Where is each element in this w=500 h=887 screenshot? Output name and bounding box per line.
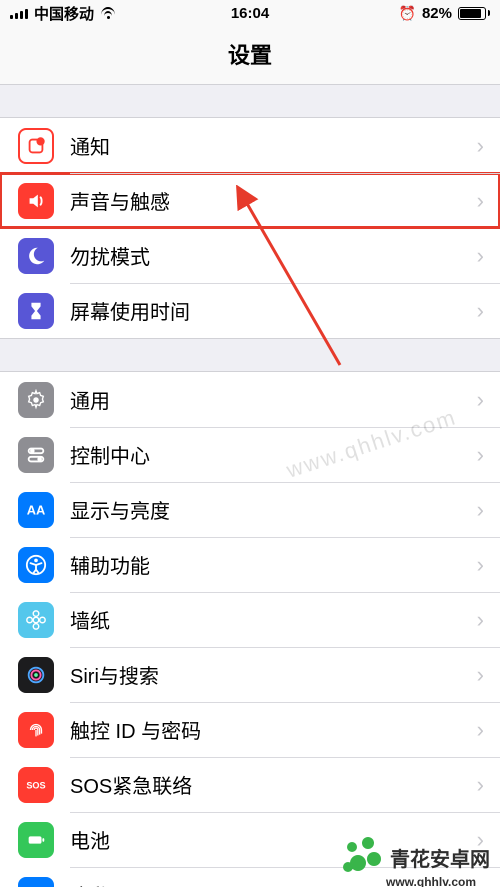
hand-icon	[18, 877, 54, 887]
page-title: 设置	[0, 26, 500, 85]
row-siri[interactable]: Siri与搜索 ›	[0, 647, 500, 702]
chevron-right-icon: ›	[477, 298, 484, 324]
chevron-right-icon: ›	[477, 882, 484, 887]
speaker-icon	[18, 183, 54, 219]
aa-icon: AA	[18, 492, 54, 528]
chevron-right-icon: ›	[477, 662, 484, 688]
chevron-right-icon: ›	[477, 387, 484, 413]
row-touchid[interactable]: 触控 ID 与密码 ›	[0, 702, 500, 757]
siri-icon	[18, 657, 54, 693]
gear-icon	[18, 382, 54, 418]
battery-icon	[18, 822, 54, 858]
battery-percent: 82%	[422, 5, 452, 22]
alarm-icon: ⏰	[399, 5, 416, 22]
row-privacy[interactable]: 隐私 ›	[0, 867, 500, 887]
flower-icon	[18, 602, 54, 638]
row-screentime[interactable]: 屏幕使用时间 ›	[0, 283, 500, 338]
row-label: Siri与搜索	[70, 660, 477, 689]
status-bar: 中国移动 16:04 ⏰ 82%	[0, 0, 500, 26]
chevron-right-icon: ›	[477, 717, 484, 743]
row-label: 通知	[70, 131, 477, 160]
chevron-right-icon: ›	[477, 827, 484, 853]
chevron-right-icon: ›	[477, 552, 484, 578]
chevron-right-icon: ›	[477, 497, 484, 523]
notification-icon	[18, 128, 54, 164]
row-wallpaper[interactable]: 墙纸 ›	[0, 592, 500, 647]
chevron-right-icon: ›	[477, 188, 484, 214]
row-display[interactable]: AA 显示与亮度 ›	[0, 482, 500, 537]
row-label: 控制中心	[70, 440, 477, 469]
row-label: 声音与触感	[70, 186, 477, 215]
hourglass-icon	[18, 293, 54, 329]
row-sounds[interactable]: 声音与触感 ›	[0, 173, 500, 228]
row-accessibility[interactable]: 辅助功能 ›	[0, 537, 500, 592]
row-label: 勿扰模式	[70, 241, 477, 270]
carrier-label: 中国移动	[34, 3, 94, 24]
row-label: SOS紧急联络	[70, 770, 477, 799]
toggles-icon	[18, 437, 54, 473]
svg-text:SOS: SOS	[26, 780, 45, 790]
status-left: 中国移动	[10, 3, 116, 24]
wifi-icon	[100, 7, 116, 19]
row-controlcenter[interactable]: 控制中心 ›	[0, 427, 500, 482]
sos-icon: SOS	[18, 767, 54, 803]
chevron-right-icon: ›	[477, 772, 484, 798]
row-label: 屏幕使用时间	[70, 296, 477, 325]
row-label: 显示与亮度	[70, 495, 477, 524]
status-right: ⏰ 82%	[399, 5, 490, 22]
settings-group-2: 通用 › 控制中心 › AA 显示与亮度 › 辅助功能 › 墙纸 › Siri与…	[0, 371, 500, 887]
moon-icon	[18, 238, 54, 274]
settings-group-1: 通知 › 声音与触感 › 勿扰模式 › 屏幕使用时间 ›	[0, 117, 500, 339]
row-label: 隐私	[70, 880, 477, 887]
row-label: 电池	[70, 825, 477, 854]
fingerprint-icon	[18, 712, 54, 748]
chevron-right-icon: ›	[477, 133, 484, 159]
row-label: 辅助功能	[70, 550, 477, 579]
row-notifications[interactable]: 通知 ›	[0, 118, 500, 173]
row-label: 墙纸	[70, 605, 477, 634]
row-label: 通用	[70, 385, 477, 414]
chevron-right-icon: ›	[477, 243, 484, 269]
signal-icon	[10, 7, 28, 19]
row-sos[interactable]: SOS SOS紧急联络 ›	[0, 757, 500, 812]
row-general[interactable]: 通用 ›	[0, 372, 500, 427]
row-battery[interactable]: 电池 ›	[0, 812, 500, 867]
row-label: 触控 ID 与密码	[70, 715, 477, 744]
person-icon	[18, 547, 54, 583]
row-dnd[interactable]: 勿扰模式 ›	[0, 228, 500, 283]
battery-icon	[458, 7, 490, 20]
svg-text:AA: AA	[27, 502, 46, 517]
chevron-right-icon: ›	[477, 607, 484, 633]
chevron-right-icon: ›	[477, 442, 484, 468]
